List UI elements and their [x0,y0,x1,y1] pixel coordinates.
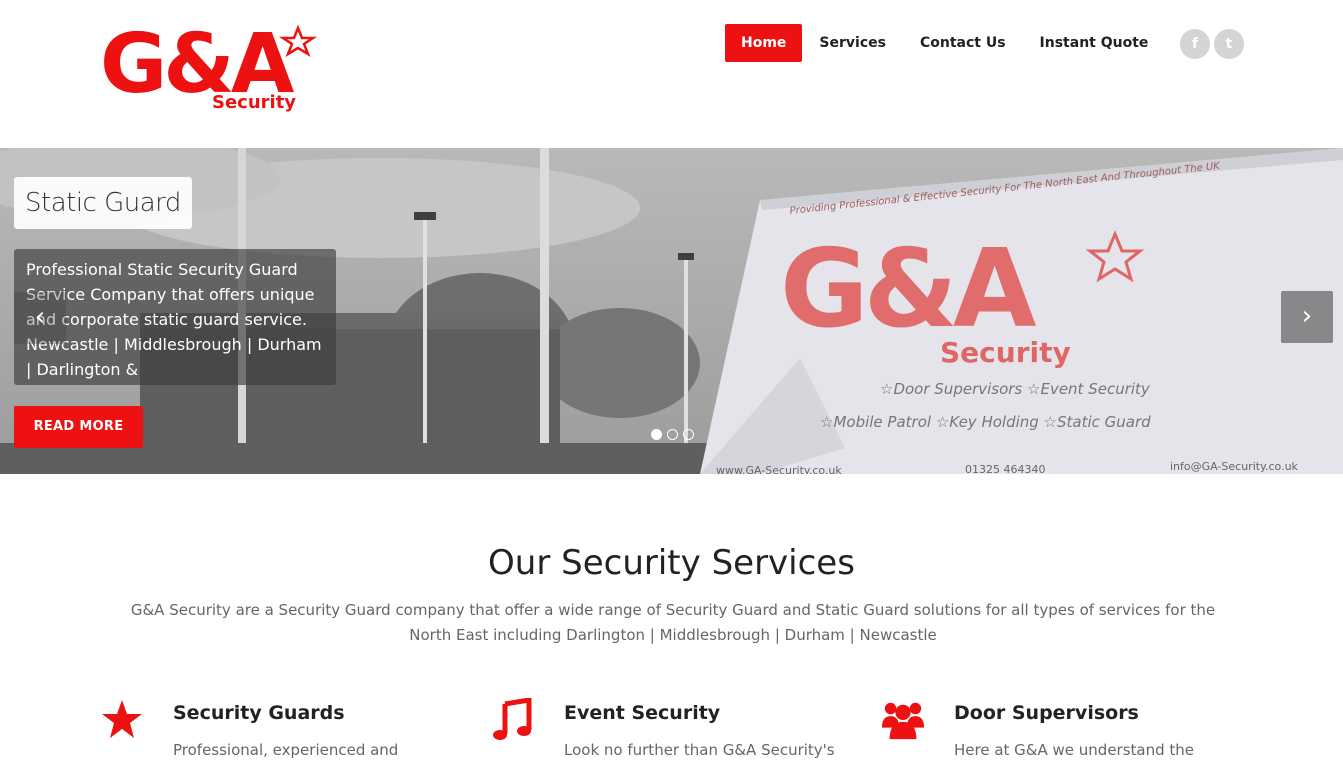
service-text: Professional, experienced and [173,741,399,759]
service-title: Event Security [564,702,721,724]
slide-dot-1[interactable] [651,429,662,440]
slider-pagination [651,429,694,440]
slide-title: Static Guard [14,177,192,229]
next-slide-icon[interactable]: › [1281,291,1333,343]
service-event-security[interactable]: Event Security Look no further than G&A … [491,698,851,764]
service-security-guards[interactable]: Security Guards Professional, experience… [100,698,460,764]
banner-services-row1: ☆Door Supervisors ☆Event Security [880,380,1151,398]
banner-logo-main: G&A [780,227,1037,352]
facebook-icon[interactable]: f [1180,29,1210,59]
prev-slide-icon[interactable]: ‹ [14,292,66,344]
nav-instant-quote[interactable]: Instant Quote [1023,24,1166,62]
main-nav: Home Services Contact Us Instant Quote [725,24,1165,62]
logo-sub-text: Security [212,92,296,113]
nav-home[interactable]: Home [725,24,803,62]
service-text: Look no further than G&A Security's [564,741,835,759]
star-icon [102,700,142,738]
service-title: Door Supervisors [954,702,1139,724]
service-title: Security Guards [173,702,345,724]
music-icon [493,698,532,740]
twitter-icon[interactable]: t [1214,29,1244,59]
banner-logo-sub: Security [940,336,1071,369]
social-links: f t [1180,29,1244,59]
nav-contact-us[interactable]: Contact Us [903,24,1023,62]
users-icon [881,702,925,740]
banner-phone: 01325 464340 [965,463,1045,474]
services-intro: G&A Security are a Security Guard compan… [130,601,1216,644]
banner-website: www.GA-Security.co.uk [716,464,842,474]
banner-email: info@GA-Security.co.uk [1170,460,1299,473]
read-more-button[interactable]: READ MORE [14,406,143,448]
service-door-supervisors[interactable]: Door Supervisors Here at G&A we understa… [881,698,1241,764]
service-text: Here at G&A we understand the [954,741,1195,759]
hero-slider: Providing Professional & Effective Secur… [0,148,1343,474]
site-header: G&A Security Home Services Contact Us In… [0,0,1343,148]
nav-services[interactable]: Services [802,24,903,62]
slide-dot-2[interactable] [667,429,678,440]
slide-dot-3[interactable] [683,429,694,440]
site-logo[interactable]: G&A Security [100,22,410,116]
services-heading: Our Security Services [488,543,855,583]
banner-services-row2: ☆Mobile Patrol ☆Key Holding ☆Static Guar… [820,413,1151,431]
